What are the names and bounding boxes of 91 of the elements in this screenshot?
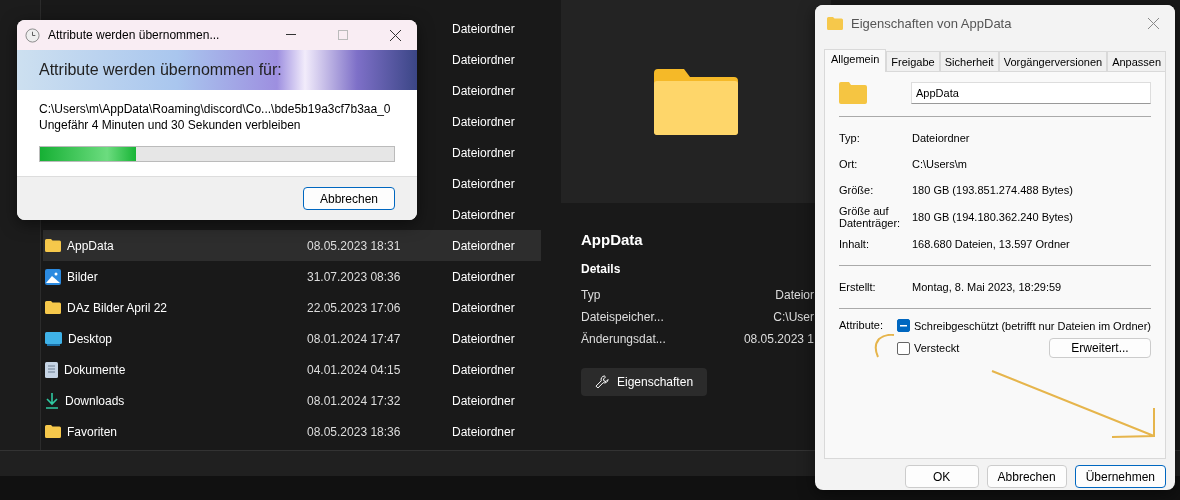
tab[interactable]: Vorgängerversionen [998,51,1108,72]
property-label: Größe auf Datenträger: [839,205,902,229]
properties-button[interactable]: Eigenschaften [581,368,708,396]
details-heading: Details [581,262,622,276]
preview-title: AppData [581,231,644,248]
file-row[interactable]: DAz Bilder April 22 22.05.2023 17:06 Dateiordner [43,292,541,323]
file-date: 31.07.2023 08:36 [307,269,402,284]
progress-heading: Attribute werden übernommen für: [17,50,417,90]
tab[interactable]: Allgemein [824,49,887,72]
detail-label: Typ [581,288,601,304]
document-icon [45,361,58,378]
file-date: 08.01.2024 17:32 [307,393,402,408]
tab[interactable]: Sicherheit [939,51,999,72]
file-type: Dateiordner [452,424,515,439]
file-type: Dateiordner [452,83,515,98]
file-row[interactable]: Dokumente 04.01.2024 04:15 Dateiordner [43,354,541,385]
file-type: Dateiordner [452,207,515,222]
file-date: 08.05.2023 18:36 [307,424,402,439]
property-value: Montag, 8. Mai 2023, 18:29:59 [912,281,1062,293]
dialog-button[interactable]: OK [904,465,979,488]
dialog-title: Attribute werden übernommen... [48,28,221,42]
file-date: 04.01.2024 04:15 [307,362,402,377]
download-icon [45,392,59,409]
property-value: 168.680 Dateien, 13.597 Ordner [912,238,1070,250]
attribute-checkbox[interactable]: Schreibgeschützt (betrifft nur Dateien im Ordner) [897,319,1151,332]
file-date: 08.05.2023 18:31 [307,238,402,253]
file-name: DAz Bilder April 22 [67,300,168,315]
dialog-button[interactable]: Übernehmen [1074,465,1166,488]
file-name: Bilder [67,269,98,284]
close-icon [389,29,401,41]
file-path: C:\Users\m\AppData\Roaming\discord\Co...\bde5b19a3cf7b3aa_0 [39,102,392,116]
file-type: Dateiordner [452,331,515,346]
tab[interactable]: Freigabe [886,51,940,72]
folder-icon [654,68,738,135]
file-name: Dokumente [64,362,126,377]
file-type: Dateiordner [452,269,515,284]
folder-icon [827,16,843,30]
folder-icon [45,425,61,438]
detail-label: Dateispeicher... [581,310,664,326]
file-row[interactable]: Bilder 31.07.2023 08:36 Dateiordner [43,261,541,292]
wrench-icon [595,375,609,389]
file-name: AppData [67,238,114,253]
desktop-icon [45,331,62,346]
circle-annotation [873,334,895,358]
file-row[interactable]: AppData 08.05.2023 18:31 Dateiordner [43,230,541,261]
file-row[interactable]: Favoriten 08.05.2023 18:36 Dateiordner [43,416,541,447]
folder-icon [45,239,61,252]
checkbox[interactable] [897,341,910,355]
file-type: Dateiordner [452,300,515,315]
file-row[interactable]: Desktop 08.01.2024 17:47 Dateiordner [43,323,541,354]
dialog-button[interactable]: Abbrechen [986,465,1067,488]
name-field[interactable]: AppData [911,82,1151,104]
property-label: Attribute: [839,319,885,331]
folder-icon [45,301,61,314]
advanced-button[interactable]: Erweitert... [1049,338,1151,358]
file-type: Dateiordner [452,393,515,408]
property-value: C:\Users\m [912,158,967,170]
picture-icon [45,268,61,285]
file-type: Dateiordner [452,238,515,253]
dialog-title: Eigenschaften von AppData [851,15,1013,31]
property-value: 180 GB (194.180.362.240 Bytes) [912,211,1073,223]
attribute-checkbox[interactable]: Versteckt [897,341,960,355]
file-date: 22.05.2023 17:06 [307,300,402,315]
property-label: Ort: [839,158,859,170]
property-label: Typ: [839,132,861,144]
file-type: Dateiordner [452,145,515,160]
cancel-button[interactable]: Abbrechen [303,187,395,210]
dash-icon [900,324,907,327]
detail-value: C:\User [773,310,814,326]
property-label: Erstellt: [839,281,877,293]
property-label: Inhalt: [839,238,870,250]
detail-value: 08.05.2023 1 [743,332,814,348]
property-label: Größe: [839,184,875,196]
tab[interactable]: Anpassen [1107,51,1167,72]
minimize-icon [286,34,296,36]
file-name: Favoriten [67,424,118,439]
detail-label: Änderungsdat... [581,332,666,348]
file-name: Downloads [65,393,125,408]
file-date: 08.01.2024 17:47 [307,331,402,346]
file-row[interactable]: Downloads 08.01.2024 17:32 Dateiordner [43,385,541,416]
file-type: Dateiordner [452,362,515,377]
checkbox[interactable] [897,319,910,332]
clock-icon [25,27,40,43]
property-value: Dateiordner [912,132,970,144]
time-remaining: Ungefähr 4 Minuten und 30 Sekunden verbleiben [39,118,302,132]
property-value: 180 GB (193.851.274.488 Bytes) [912,184,1073,196]
maximize-icon [338,30,348,40]
folder-icon [839,82,867,104]
detail-value: Dateior [775,288,814,304]
file-name: Desktop [68,331,113,346]
close-icon [1147,17,1159,29]
